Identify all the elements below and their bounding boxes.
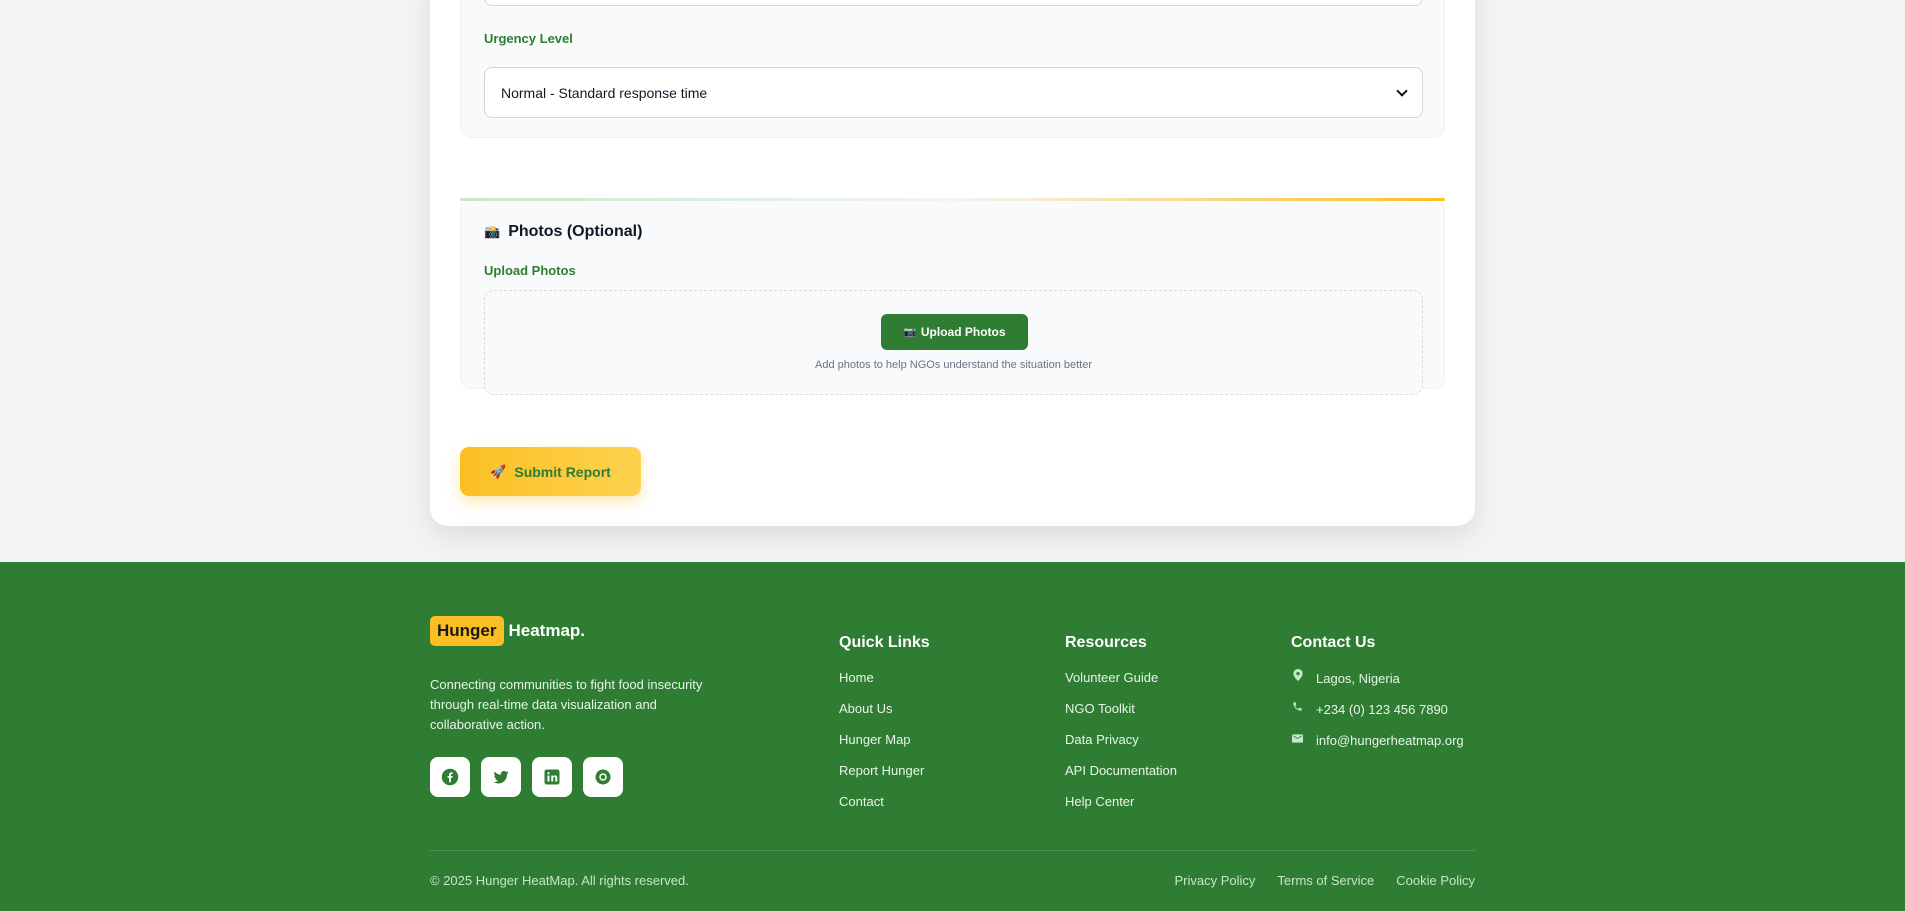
photos-section: 📸 Photos (Optional) Upload Photos 📷 Uplo… xyxy=(460,199,1445,395)
footer-logo[interactable]: Hunger Heatmap. xyxy=(430,616,585,646)
urgency-select[interactable]: Normal - Standard response time xyxy=(484,67,1423,118)
photo-drop-zone[interactable]: 📷 Upload Photos Add photos to help NGOs … xyxy=(484,290,1423,395)
footer-link-home[interactable]: Home xyxy=(839,669,930,686)
twitter-icon[interactable] xyxy=(481,757,521,797)
photos-section-heading: Photos (Optional) xyxy=(508,223,643,240)
logo-hunger-badge: Hunger xyxy=(430,616,504,646)
footer-link-data-privacy[interactable]: Data Privacy xyxy=(1065,731,1177,748)
contact-email: info@hungerheatmap.org xyxy=(1291,732,1464,749)
contact-email-text[interactable]: info@hungerheatmap.org xyxy=(1316,732,1464,749)
contact-phone: +234 (0) 123 456 7890 xyxy=(1291,701,1464,718)
footer-tagline: Connecting communities to fight food ins… xyxy=(430,677,703,732)
camera-icon: 📷 xyxy=(903,326,916,338)
legal-links: Privacy Policy Terms of Service Cookie P… xyxy=(1175,873,1476,888)
contact-heading: Contact Us xyxy=(1291,634,1376,651)
terms-of-service-link[interactable]: Terms of Service xyxy=(1277,873,1374,888)
footer-link-report-hunger[interactable]: Report Hunger xyxy=(839,762,930,779)
linkedin-icon[interactable] xyxy=(532,757,572,797)
resources-heading: Resources xyxy=(1065,634,1147,651)
rocket-icon: 🚀 xyxy=(490,463,507,479)
logo-heatmap-text: Heatmap. xyxy=(508,621,586,640)
chevron-down-icon xyxy=(1396,84,1408,97)
upload-photos-label: Upload Photos xyxy=(484,263,576,278)
privacy-policy-link[interactable]: Privacy Policy xyxy=(1175,873,1256,888)
report-form-card: Urgency Level Normal - Standard response… xyxy=(430,0,1475,526)
footer-link-about[interactable]: About Us xyxy=(839,700,930,717)
copyright-text: © 2025 Hunger HeatMap. All rights reserv… xyxy=(430,873,689,888)
footer-link-help-center[interactable]: Help Center xyxy=(1065,793,1177,810)
urgency-selected-value: Normal - Standard response time xyxy=(501,84,708,101)
facebook-icon[interactable] xyxy=(430,757,470,797)
contact-column: Contact Us Lagos, Nigeria +234 (0) 123 4… xyxy=(1291,634,1464,763)
footer-link-contact[interactable]: Contact xyxy=(839,793,930,810)
contact-location: Lagos, Nigeria xyxy=(1291,669,1464,687)
social-links xyxy=(430,757,623,797)
mail-icon xyxy=(1291,732,1304,749)
site-footer: Hunger Heatmap. Connecting communities t… xyxy=(0,562,1905,911)
footer-link-api-docs[interactable]: API Documentation xyxy=(1065,762,1177,779)
upload-photos-button[interactable]: 📷 Upload Photos xyxy=(881,314,1028,350)
camera-flash-icon: 📸 xyxy=(484,224,501,239)
photos-section-title: 📸 Photos (Optional) xyxy=(484,223,642,241)
contact-input[interactable] xyxy=(484,0,1423,6)
instagram-icon[interactable] xyxy=(583,757,623,797)
map-pin-icon xyxy=(1291,669,1304,687)
cookie-policy-link[interactable]: Cookie Policy xyxy=(1396,873,1475,888)
phone-icon xyxy=(1291,701,1304,718)
footer-link-volunteer-guide[interactable]: Volunteer Guide xyxy=(1065,669,1177,686)
quick-links-heading: Quick Links xyxy=(839,634,930,651)
quick-links-column: Quick Links Home About Us Hunger Map Rep… xyxy=(839,634,930,824)
upload-photos-button-label: Upload Photos xyxy=(920,325,1006,339)
contact-section: Urgency Level Normal - Standard response… xyxy=(460,0,1445,138)
contact-location-text: Lagos, Nigeria xyxy=(1316,670,1400,686)
footer-link-ngo-toolkit[interactable]: NGO Toolkit xyxy=(1065,700,1177,717)
resources-column: Resources Volunteer Guide NGO Toolkit Da… xyxy=(1065,634,1177,824)
urgency-label: Urgency Level xyxy=(484,31,573,46)
footer-divider xyxy=(430,850,1475,851)
contact-phone-text[interactable]: +234 (0) 123 456 7890 xyxy=(1316,701,1448,718)
footer-link-hunger-map[interactable]: Hunger Map xyxy=(839,731,930,748)
submit-report-button[interactable]: 🚀 Submit Report xyxy=(460,447,641,496)
submit-report-label: Submit Report xyxy=(514,463,611,480)
upload-hint: Add photos to help NGOs understand the s… xyxy=(814,359,1092,371)
main-area: Urgency Level Normal - Standard response… xyxy=(0,0,1905,562)
